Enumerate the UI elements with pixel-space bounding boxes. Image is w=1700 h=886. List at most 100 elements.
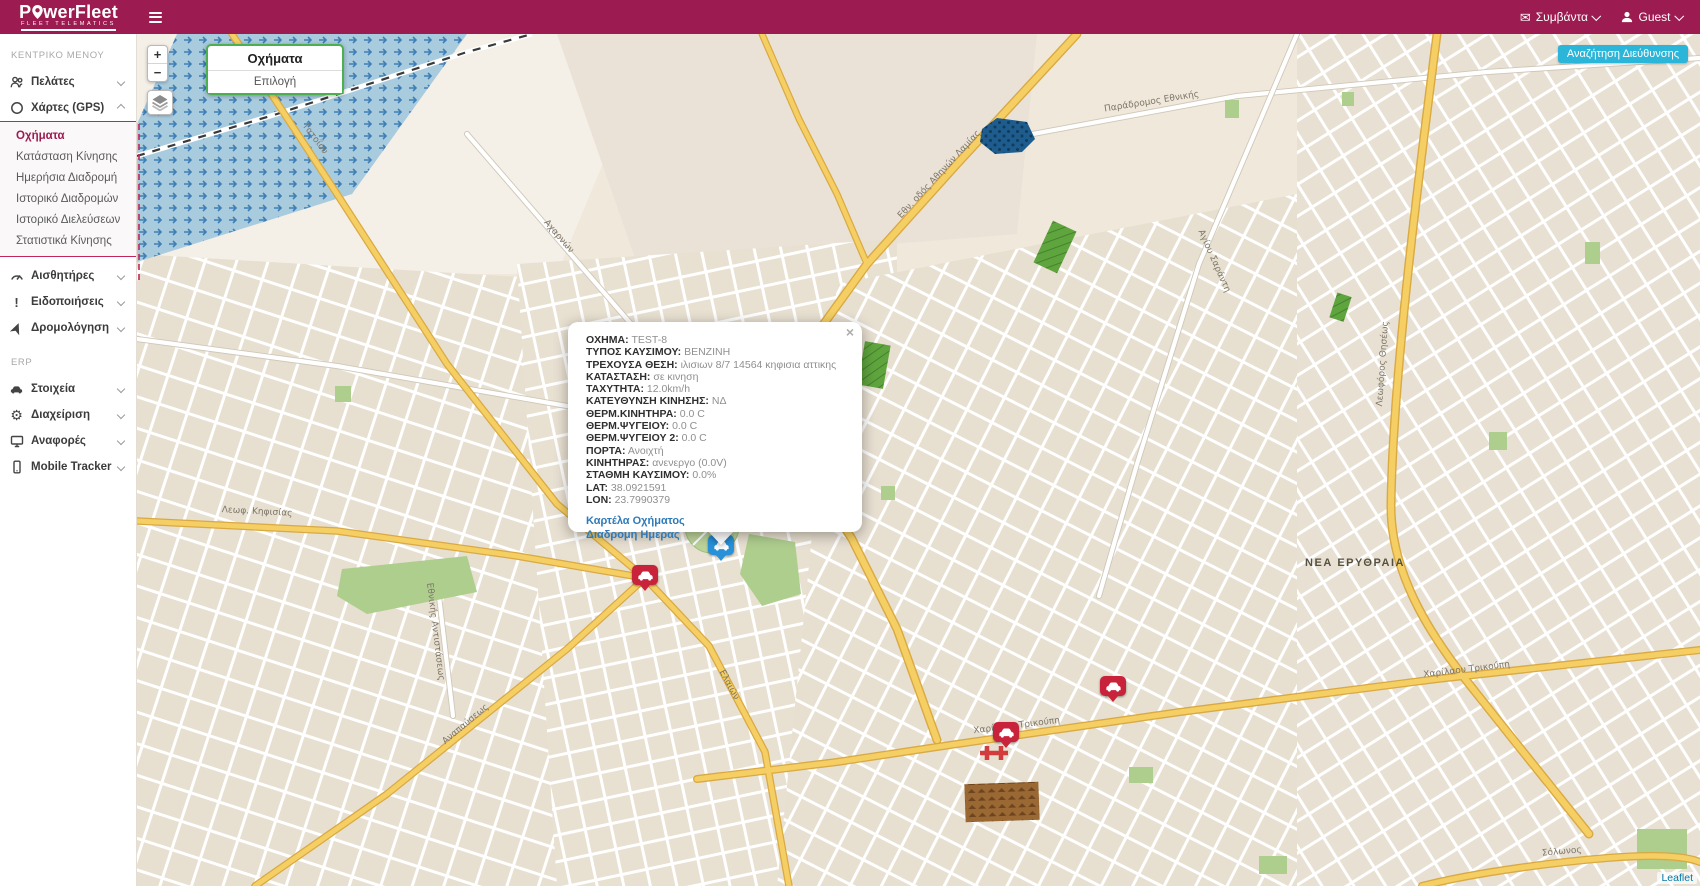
layers-icon <box>151 94 169 111</box>
submenu-item-crossings-history[interactable]: Ιστορικό Διελεύσεων <box>0 210 136 231</box>
gauge-icon <box>9 269 24 284</box>
user-menu[interactable]: Guest <box>1621 10 1682 24</box>
submenu-item-daily-route[interactable]: Ημερήσια Διαδρομή <box>0 168 136 189</box>
chevron-down-icon <box>117 324 125 332</box>
sidebar-section-erp: ERP <box>11 357 136 368</box>
circle-icon <box>9 101 24 116</box>
sidebar-item-mobile-tracker[interactable]: Mobile Tracker <box>0 454 136 480</box>
popup-row: ΤΡΕΧΟΥΣΑ ΘΕΣΗ: ιλισιων 8/7 14564 κηφισια… <box>586 359 846 371</box>
chevron-down-icon <box>117 385 125 393</box>
chevron-down-icon <box>117 437 125 445</box>
sidebar-item-label: Στοιχεία <box>31 383 75 395</box>
sidebar-item-sensors[interactable]: Αισθητήρες <box>0 263 136 289</box>
vehicle-marker[interactable] <box>632 565 658 585</box>
sidebar-item-alerts[interactable]: ! Ειδοποιήσεις <box>0 289 136 315</box>
logo-subtitle: FLEET TELEMATICS <box>21 21 116 31</box>
popup-row: LON: 23.7990379 <box>586 494 846 506</box>
vehicle-marker[interactable] <box>1100 676 1126 696</box>
zoom-in-button[interactable]: + <box>148 46 167 64</box>
users-icon <box>9 75 24 90</box>
logo-text-rest: werFleet <box>43 4 118 20</box>
gear-icon: ⚙ <box>9 408 24 423</box>
sidebar-item-label: Ειδοποιήσεις <box>31 296 104 308</box>
popup-row: ΘΕΡΜ.ΨΥΓΕΙΟΥ: 0.0 C <box>586 420 846 432</box>
smartphone-icon <box>9 460 24 475</box>
chevron-down-icon <box>117 78 125 86</box>
header-bar: P werFleet FLEET TELEMATICS ✉ Συμβάντα G… <box>0 0 1700 34</box>
vehicle-popup: × ΟΧΗΜΑ: TEST-8 ΤΥΠΟΣ ΚΑΥΣΙΜΟΥ: ΒΕΝΖΙΝΗ … <box>568 322 862 532</box>
sidebar-item-label: Πελάτες <box>31 76 75 88</box>
vehicles-panel: Οχήματα Επιλογή <box>206 44 344 95</box>
logo-text-p: P <box>19 4 31 20</box>
sidebar-item-records[interactable]: Στοιχεία <box>0 376 136 402</box>
vehicle-marker[interactable] <box>993 722 1019 742</box>
sidebar-item-admin[interactable]: ⚙ Διαχείριση <box>0 402 136 428</box>
car-icon <box>636 569 655 582</box>
user-icon <box>1621 11 1633 23</box>
sidebar: ΚΕΝΤΡΙΚΟ ΜΕΝΟΥ Πελάτες Χάρτες (GPS) Οχήμ… <box>0 34 137 886</box>
chevron-down-icon <box>1592 11 1601 20</box>
chevron-down-icon <box>117 411 125 419</box>
street-grid <box>1297 34 1700 886</box>
vehicles-panel-title: Οχήματα <box>208 46 342 70</box>
day-route-link[interactable]: Διαδρομη Ημερας <box>586 529 846 543</box>
chevron-down-icon <box>117 463 125 471</box>
zoom-control: + − <box>147 45 168 82</box>
chevron-down-icon <box>1674 11 1683 20</box>
events-menu[interactable]: ✉ Συμβάντα <box>1520 10 1600 24</box>
sidebar-item-label: Αναφορές <box>31 435 86 447</box>
sidebar-item-label: Αισθητήρες <box>31 270 94 282</box>
popup-row: ΟΧΗΜΑ: TEST-8 <box>586 334 846 346</box>
sidebar-item-customers[interactable]: Πελάτες <box>0 69 136 95</box>
navigation-icon <box>9 321 24 336</box>
sidebar-item-label: Χάρτες (GPS) <box>31 102 104 114</box>
allotments-area <box>964 782 1039 823</box>
car-icon <box>1104 680 1123 693</box>
popup-row: ΤΥΠΟΣ ΚΑΥΣΙΜΟΥ: ΒΕΝΖΙΝΗ <box>586 346 846 358</box>
leaflet-attribution[interactable]: Leaflet <box>1657 872 1697 884</box>
app-logo: P werFleet FLEET TELEMATICS <box>0 0 137 34</box>
sidebar-item-label: Διαχείριση <box>31 409 90 421</box>
map-container[interactable]: Τατοΐου Εθν. οδός Αθηνών Λαμίας Παράδρομ… <box>137 34 1700 886</box>
zoom-out-button[interactable]: − <box>148 64 167 81</box>
events-menu-label: Συμβάντα <box>1536 10 1588 24</box>
vehicle-card-link[interactable]: Καρτέλα Οχήματος <box>586 515 846 529</box>
submenu-item-traffic-stats[interactable]: Στατιστικά Κίνησης <box>0 231 136 252</box>
car-icon <box>9 382 24 397</box>
popup-close-button[interactable]: × <box>846 324 854 340</box>
sidebar-item-reports[interactable]: Αναφορές <box>0 428 136 454</box>
maps-submenu: Οχήματα Κατάσταση Κίνησης Ημερήσια Διαδρ… <box>0 121 136 257</box>
chevron-down-icon <box>117 272 125 280</box>
place-label: ΝΕΑ ΕΡΥΘΡΑΙΑ <box>1305 557 1405 569</box>
hamburger-menu-icon[interactable] <box>145 8 166 27</box>
car-icon <box>997 726 1016 739</box>
popup-row: ΤΑΧΥΤΗΤΑ: 12.0km/h <box>586 383 846 395</box>
popup-row: ΣΤΑΘΜΗ ΚΑΥΣΙΜΟΥ: 0.0% <box>586 469 846 481</box>
layers-button[interactable] <box>147 90 173 115</box>
submenu-item-route-history[interactable]: Ιστορικό Διαδρομών <box>0 189 136 210</box>
sidebar-item-label: Δρομολόγηση <box>31 322 109 334</box>
chevron-down-icon <box>117 298 125 306</box>
map-pin-icon <box>32 5 43 19</box>
exclamation-icon: ! <box>9 295 24 310</box>
map-canvas[interactable]: Τατοΐου Εθν. οδός Αθηνών Λαμίας Παράδρομ… <box>137 34 1700 886</box>
chevron-up-icon <box>117 104 125 112</box>
submenu-item-traffic-status[interactable]: Κατάσταση Κίνησης <box>0 147 136 168</box>
sidebar-item-maps-gps[interactable]: Χάρτες (GPS) <box>0 95 136 121</box>
search-address-button[interactable]: Αναζήτηση Διεύθυνσης <box>1558 45 1688 63</box>
monitor-icon <box>9 434 24 449</box>
vehicle-select[interactable]: Επιλογή <box>208 70 342 93</box>
envelope-icon: ✉ <box>1520 11 1531 24</box>
sidebar-item-label: Mobile Tracker <box>31 461 112 473</box>
popup-row: ΚΑΤΕΥΘΥΝΣΗ ΚΙΝΗΣΗΣ: ΝΔ <box>586 395 846 407</box>
popup-row: ΠΟΡΤΑ: Ανοιχτή <box>586 445 846 457</box>
popup-row: LAT: 38.0921591 <box>586 482 846 494</box>
popup-row: ΘΕΡΜ.ΨΥΓΕΙΟΥ 2: 0.0 C <box>586 432 846 444</box>
user-menu-label: Guest <box>1638 10 1670 24</box>
popup-row: ΚΙΝΗΤΗΡΑΣ: ανενεργο (0.0V) <box>586 457 846 469</box>
sidebar-section-main: ΚΕΝΤΡΙΚΟ ΜΕΝΟΥ <box>11 50 136 61</box>
popup-row: ΘΕΡΜ.ΚΙΝΗΤΗΡΑ: 0.0 C <box>586 408 846 420</box>
sidebar-item-routing[interactable]: Δρομολόγηση <box>0 315 136 341</box>
popup-row: ΚΑΤΑΣΤΑΣΗ: σε κινηση <box>586 371 846 383</box>
submenu-item-vehicles[interactable]: Οχήματα <box>0 126 136 147</box>
